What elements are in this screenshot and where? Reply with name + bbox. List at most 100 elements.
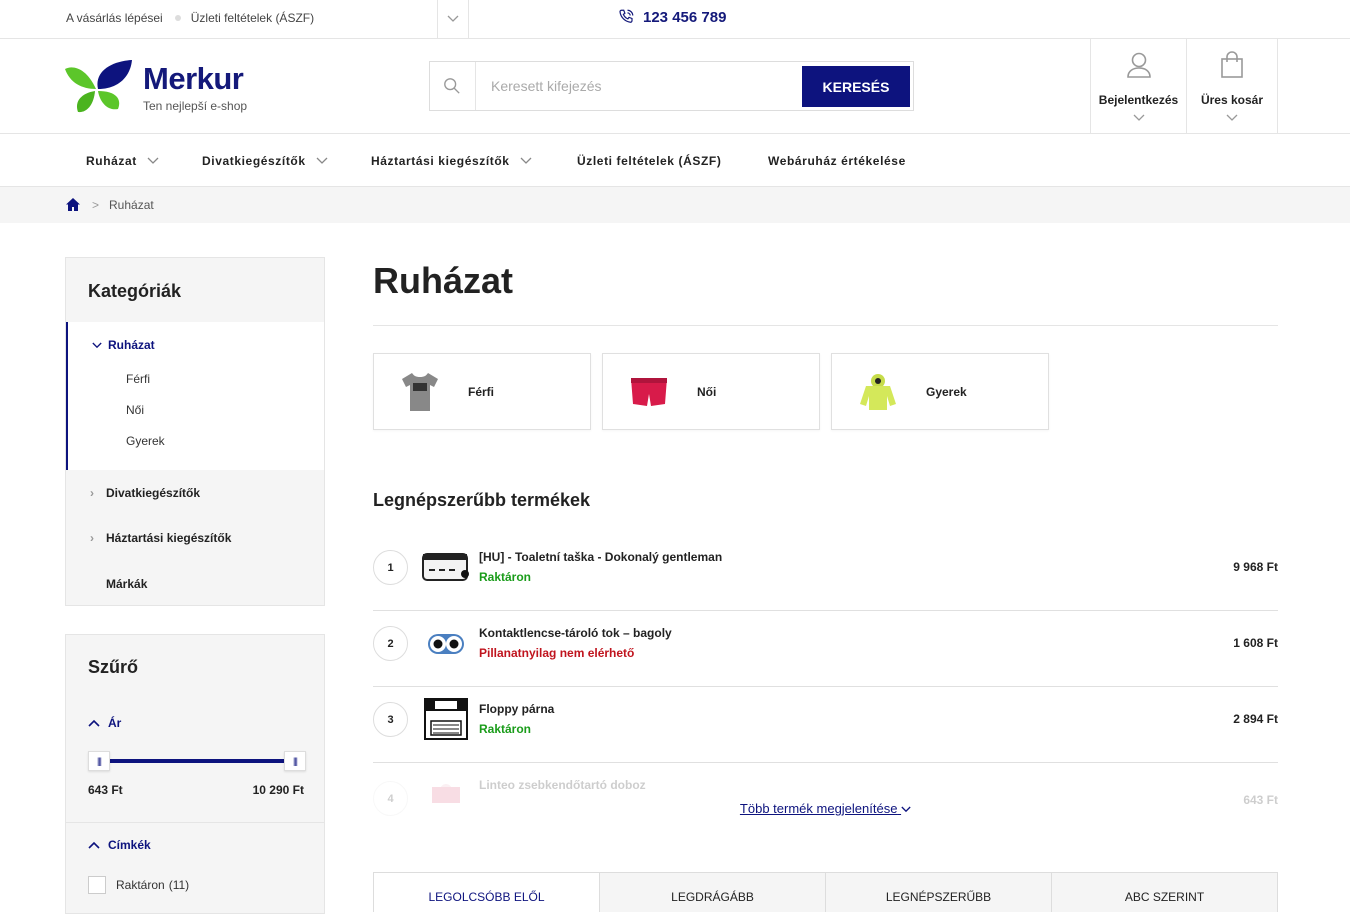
main-navigation: Ruházat Divatkiegészítők Háztartási kieg… <box>0 134 1350 187</box>
tag-checkbox-raktaron[interactable]: Raktáron (11) <box>88 876 189 894</box>
toiletry-bag-image <box>420 543 472 591</box>
chevron-up-icon <box>88 719 100 727</box>
chevron-down-icon <box>316 157 328 164</box>
user-icon <box>1126 52 1151 78</box>
nav-item-haztartasi[interactable]: Háztartási kiegészítők <box>371 154 532 168</box>
title-divider <box>373 325 1278 326</box>
chevron-down-icon <box>147 157 159 164</box>
home-icon[interactable] <box>65 197 81 212</box>
price-filter-toggle[interactable]: Ár <box>88 716 121 730</box>
product-name[interactable]: Linteo zsebkendőtartó doboz <box>479 778 646 792</box>
breadcrumb-separator: > <box>92 198 100 212</box>
nav-item-label: Webáruház értékelése <box>768 154 906 168</box>
subcategory-card-label: Gyerek <box>926 384 967 399</box>
search-icon <box>444 78 460 94</box>
top-links-expand-button[interactable] <box>437 0 469 38</box>
login-button[interactable]: Bejelentkezés <box>1090 39 1186 133</box>
chevron-down-icon <box>901 806 911 813</box>
chevron-right-icon: › <box>90 486 94 500</box>
price-min-value: 643 Ft <box>88 783 123 797</box>
cart-label: Üres kosár <box>1200 93 1264 107</box>
category-item-divatkiegeszitok[interactable]: › Divatkiegészítők <box>90 486 201 500</box>
category-item-ruhazat[interactable]: Ruházat <box>92 338 155 352</box>
popular-product-row[interactable]: 1 [HU] - Toaletní taška - Dokonalý gentl… <box>373 535 1278 611</box>
price-range-track <box>98 759 296 763</box>
subcategory-card-label: Női <box>697 384 717 399</box>
butterfly-logo-icon[interactable] <box>64 59 134 114</box>
nav-item-divatkiegeszitok[interactable]: Divatkiegészítők <box>202 154 328 168</box>
chevron-down-icon <box>520 157 532 164</box>
header: Merkur Ten nejlepší e-shop KERESÉS Bejel… <box>0 39 1350 134</box>
tags-filter-toggle[interactable]: Címkék <box>88 838 151 852</box>
stock-status: Pillanatnyilag nem elérhető <box>479 646 635 660</box>
owl-case-image <box>420 619 472 667</box>
chevron-down-icon <box>1226 114 1238 121</box>
sort-tab-most-popular[interactable]: LEGNÉPSZERŰBB <box>826 873 1052 912</box>
search-button[interactable]: KERESÉS <box>802 66 910 107</box>
tshirt-image <box>384 362 456 422</box>
brand-tagline: Ten nejlepší e-shop <box>143 99 248 113</box>
price-max-value: 10 290 Ft <box>252 783 304 797</box>
category-item-haztartasi[interactable]: › Háztartási kiegészítők <box>90 531 231 545</box>
product-price: 2 894 Ft <box>1233 712 1278 726</box>
nav-item-label: Üzleti feltételek (ÁSZF) <box>577 154 722 168</box>
page-title: Ruházat <box>373 260 514 301</box>
shopping-bag-icon <box>1221 51 1243 78</box>
chevron-down-icon <box>92 342 102 348</box>
category-label: Divatkiegészítők <box>106 486 201 500</box>
product-name[interactable]: Kontaktlencse-tároló tok – bagoly <box>479 626 672 640</box>
price-max-handle[interactable]: ||| <box>284 751 306 771</box>
nav-item-label: Divatkiegészítők <box>202 154 306 168</box>
product-name[interactable]: Floppy párna <box>479 702 554 716</box>
sort-tab-most-expensive[interactable]: LEGDRÁGÁBB <box>600 873 826 912</box>
subcategory-ferfi[interactable]: Férfi <box>126 372 150 386</box>
chevron-right-icon: › <box>90 531 94 545</box>
category-item-markak[interactable]: Márkák <box>106 577 147 591</box>
checkbox[interactable] <box>88 876 106 894</box>
price-filter-label: Ár <box>108 716 122 730</box>
sort-tab-alphabetical[interactable]: ABC SZERINT <box>1052 873 1277 912</box>
chevron-up-icon <box>88 841 100 849</box>
popular-product-row[interactable]: 3 Floppy párna Raktáron 2 894 Ft <box>373 687 1278 763</box>
rank-badge: 1 <box>373 550 408 585</box>
filter-panel: Szűrő Ár ||| ||| 643 Ft 10 290 Ft Címkék… <box>65 634 325 914</box>
subcategory-card-gyerek[interactable]: Gyerek <box>831 353 1049 430</box>
subcategory-gyerek[interactable]: Gyerek <box>126 434 165 448</box>
price-min-handle[interactable]: ||| <box>88 751 110 771</box>
category-label: Márkák <box>106 577 148 591</box>
show-more-products-link[interactable]: Több termék megjelenítése <box>373 801 1278 816</box>
main-content: Ruházat Férfi Női Gyerek Legnépszerűbb t… <box>373 257 1278 816</box>
subcategory-card-ferfi[interactable]: Férfi <box>373 353 591 430</box>
top-link-steps[interactable]: A vásárlás lépései <box>66 11 163 25</box>
brand-name[interactable]: Merkur <box>143 61 244 97</box>
rank-badge: 3 <box>373 702 408 737</box>
categories-title: Kategóriák <box>88 281 182 301</box>
show-more-label: Több termék megjelenítése <box>739 801 898 816</box>
nav-item-aszf[interactable]: Üzleti feltételek (ÁSZF) <box>577 154 721 168</box>
separator-dot <box>174 15 181 21</box>
price-range-slider[interactable]: ||| ||| <box>88 751 306 771</box>
jacket-image <box>842 362 914 422</box>
nav-item-label: Háztartási kiegészítők <box>371 154 510 168</box>
breadcrumb-current: Ruházat <box>109 198 154 212</box>
phone-contact[interactable]: 123 456 789 <box>617 8 726 26</box>
product-price: 1 608 Ft <box>1233 636 1278 650</box>
search-input[interactable] <box>475 62 795 110</box>
subcategory-noi[interactable]: Női <box>126 403 144 417</box>
categories-panel: Kategóriák Ruházat Férfi Női Gyerek › Di… <box>65 257 325 606</box>
product-name[interactable]: [HU] - Toaletní taška - Dokonalý gentlem… <box>479 550 722 564</box>
popular-product-row[interactable]: 2 Kontaktlencse-tároló tok – bagoly Pill… <box>373 611 1278 687</box>
sort-tab-cheapest[interactable]: LEGOLCSÓBB ELŐL <box>374 873 600 912</box>
phone-number: 123 456 789 <box>643 8 727 26</box>
filter-title: Szűrő <box>88 657 139 677</box>
active-category-block: Ruházat Férfi Női Gyerek <box>66 322 324 470</box>
product-price: 9 968 Ft <box>1233 560 1278 574</box>
nav-item-ruhazat[interactable]: Ruházat <box>86 154 159 168</box>
subcategory-card-noi[interactable]: Női <box>602 353 820 430</box>
category-label: Ruházat <box>108 338 155 352</box>
tag-label: Raktáron <box>116 878 165 892</box>
search-box: KERESÉS <box>429 61 914 111</box>
nav-item-ertekeles[interactable]: Webáruház értékelése <box>768 154 906 168</box>
top-link-terms[interactable]: Üzleti feltételek (ÁSZF) <box>191 11 314 25</box>
cart-button[interactable]: Üres kosár <box>1186 39 1278 133</box>
